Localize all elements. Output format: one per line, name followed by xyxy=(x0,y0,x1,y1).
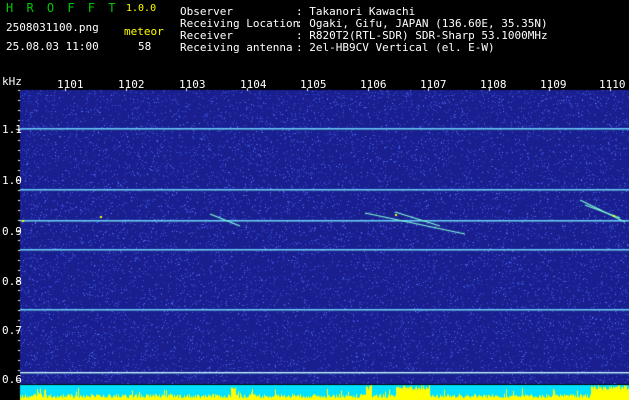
time-tick-label: 1108 xyxy=(480,78,507,91)
freq-tick-label: 1.1 xyxy=(2,123,22,136)
antenna-label: Receiving antenna xyxy=(180,41,293,54)
time-tick-label: 1102 xyxy=(118,78,145,91)
time-tick-label: 1101 xyxy=(57,78,84,91)
meteor-count: 58 xyxy=(138,40,152,53)
file-name: 2508031100.png xyxy=(6,21,99,34)
antenna-value: : 2el-HB9CV Vertical (el. E-W) xyxy=(296,41,495,54)
freq-tick-label: 0.6 xyxy=(2,373,22,386)
time-tick-label: 1109 xyxy=(540,78,567,91)
time-tick-label: 1107 xyxy=(420,78,447,91)
time-tick-label: 1104 xyxy=(240,78,267,91)
app-title: H R O F F T xyxy=(6,1,119,15)
timestamp: 25.08.03 11:00 xyxy=(6,40,99,53)
app-version: 1.0.0 xyxy=(126,3,157,14)
freq-tick-label: 1.0 xyxy=(2,174,22,187)
time-tick-label: 1106 xyxy=(360,78,387,91)
khz-unit-label: kHz xyxy=(2,75,22,88)
header-panel: H R O F F T 1.0.0 2508031100.png meteor … xyxy=(0,0,629,88)
time-tick-label: 1110 xyxy=(599,78,626,91)
time-tick-label: 1103 xyxy=(179,78,206,91)
freq-tick-label: 0.9 xyxy=(2,225,22,238)
time-tick-label: 1105 xyxy=(300,78,327,91)
freq-tick-label: 0.7 xyxy=(2,324,22,337)
meteor-label: meteor xyxy=(124,25,164,38)
freq-tick-label: 0.8 xyxy=(2,275,22,288)
